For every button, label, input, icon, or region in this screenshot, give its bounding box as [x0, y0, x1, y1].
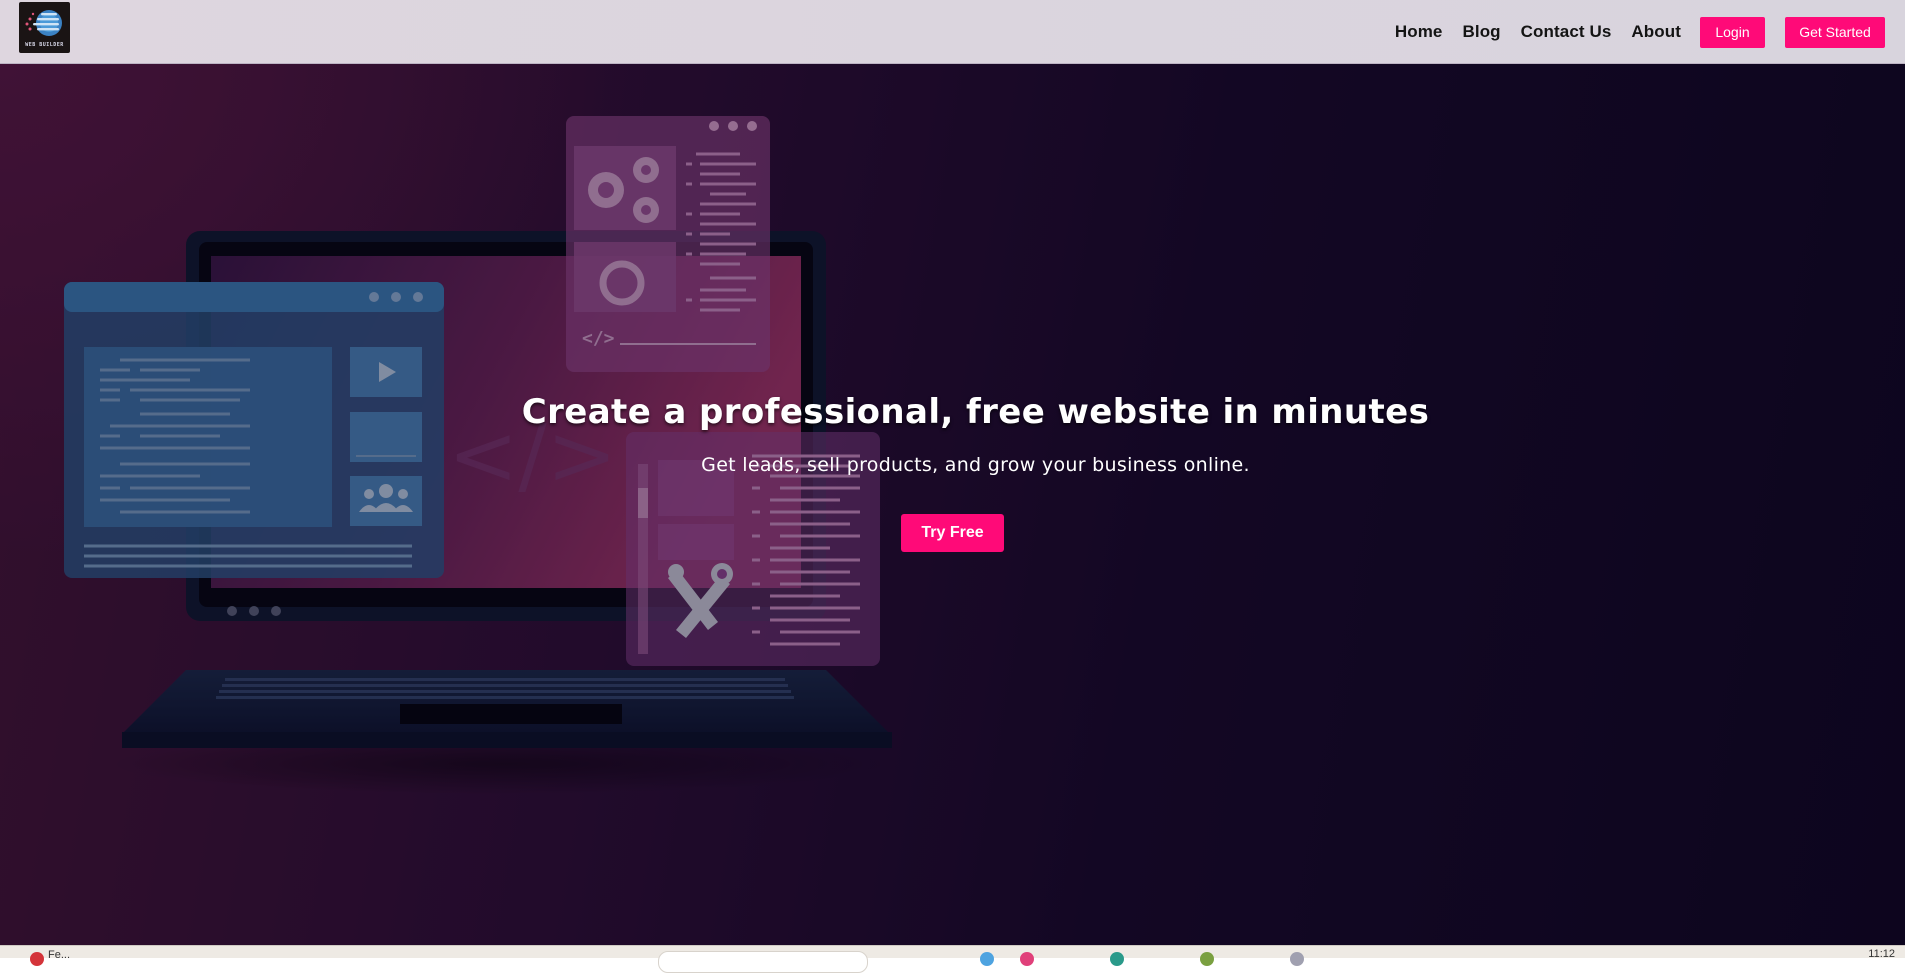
logo-text: WEB BUILDER [25, 42, 64, 48]
taskbar-search-input[interactable] [658, 951, 868, 973]
notification-badge-icon[interactable] [30, 952, 44, 966]
login-button[interactable]: Login [1700, 16, 1765, 48]
top-navbar: WEB BUILDER Home Blog Contact Us About L… [0, 0, 1905, 64]
taskbar-clock[interactable]: 11:12 [1868, 948, 1895, 960]
nav-links: Home Blog Contact Us About Login Get Sta… [1395, 0, 1905, 64]
hero-title: Create a professional, free website in m… [521, 392, 1430, 432]
os-taskbar: Fe... 11:12 [0, 945, 1905, 973]
get-started-button[interactable]: Get Started [1785, 16, 1885, 48]
taskbar-app-icon[interactable] [1020, 952, 1034, 966]
taskbar-app-icon[interactable] [1290, 952, 1304, 966]
laptop-illustration: </> </> [0, 64, 1905, 945]
nav-link-blog[interactable]: Blog [1463, 22, 1501, 42]
hero-subtitle: Get leads, sell products, and grow your … [701, 454, 1250, 476]
logo[interactable]: WEB BUILDER [19, 2, 70, 53]
taskbar-app-icon[interactable] [980, 952, 994, 966]
taskbar-app-icon[interactable] [1200, 952, 1214, 966]
hero-section: </> </> Create a professional, free webs… [0, 64, 1905, 945]
nav-link-home[interactable]: Home [1395, 22, 1443, 42]
try-free-button[interactable]: Try Free [901, 514, 1004, 552]
nav-link-contact-us[interactable]: Contact Us [1521, 22, 1612, 42]
nav-link-about[interactable]: About [1631, 22, 1681, 42]
taskbar-notification-text[interactable]: Fe... [48, 949, 70, 961]
taskbar-app-icon[interactable] [1110, 952, 1124, 966]
